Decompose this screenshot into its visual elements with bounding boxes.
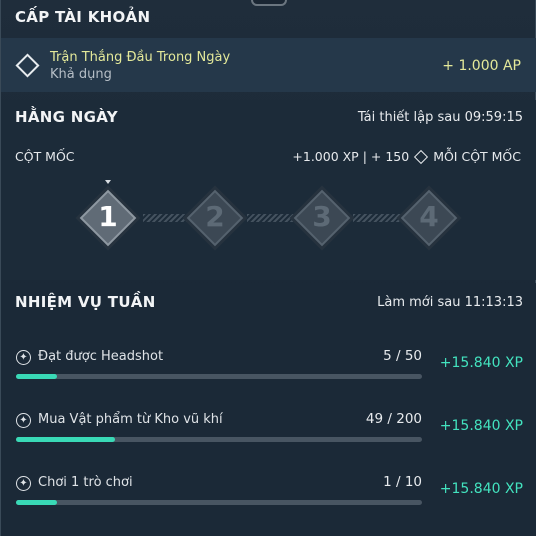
quest-progress-bar [16, 374, 422, 379]
quest-star-icon: ✦ [16, 476, 31, 491]
account-level-header: CẤP TÀI KHOẢN [1, 0, 536, 34]
milestone-reward-xp: +1.000 XP | + 150 [292, 149, 410, 164]
quest-row[interactable]: ✦ Chơi 1 trò chơi 1 / 10 +15.840 XP [1, 466, 536, 526]
quest-panel: CẤP TÀI KHOẢN Trận Thắng Đầu Trong Ngày … [0, 0, 536, 536]
milestone-2[interactable]: 2 [186, 189, 244, 247]
milestone-connector [143, 214, 191, 222]
quest-count: 5 / 50 [383, 348, 422, 364]
quest-row[interactable]: ✦ Đạt được Headshot 5 / 50 +15.840 XP [1, 340, 536, 400]
current-milestone-caret-icon [105, 180, 111, 184]
milestone-number: 2 [205, 200, 225, 233]
quest-count: 49 / 200 [365, 411, 422, 427]
account-level-title: CẤP TÀI KHOẢN [15, 8, 151, 26]
daily-header: HẰNG NGÀY Tái thiết lập sau 09:59:15 [1, 100, 536, 134]
quest-row[interactable]: ✦ Mua Vật phẩm từ Kho vũ khí 49 / 200 +1… [1, 403, 536, 463]
radianite-icon [414, 149, 429, 164]
milestone-3[interactable]: 3 [293, 189, 351, 247]
quest-progress-fill [16, 437, 116, 442]
quest-reward: +15.840 XP [439, 481, 523, 497]
quest-progress-bar [16, 500, 422, 505]
quest-name: Đạt được Headshot [38, 349, 164, 364]
quest-star-icon: ✦ [16, 350, 31, 365]
first-win-reward: + 1.000 AP [442, 58, 521, 74]
quest-star-icon: ✦ [16, 413, 31, 428]
quest-name: Chơi 1 trò chơi [38, 475, 133, 490]
weekly-title: NHIỆM VỤ TUẦN [15, 293, 156, 311]
quest-progress-fill [16, 500, 57, 505]
milestone-connector [247, 214, 297, 222]
quest-count: 1 / 10 [383, 474, 422, 490]
milestone-reward: +1.000 XP | + 150 MỖI CỘT MỐC [292, 149, 521, 164]
quest-progress-bar [16, 437, 422, 442]
milestone-1[interactable]: 1 [79, 189, 137, 247]
first-win-title: Trận Thắng Đầu Trong Ngày [50, 50, 231, 65]
first-win-status: Khả dụng [50, 67, 112, 82]
quest-reward: +15.840 XP [439, 418, 523, 434]
quest-name: Mua Vật phẩm từ Kho vũ khí [38, 412, 223, 427]
weekly-header: NHIỆM VỤ TUẦN Làm mới sau 11:13:13 [1, 285, 536, 319]
milestone-reward-suffix: MỖI CỘT MỐC [433, 149, 521, 164]
quest-progress-fill [16, 374, 57, 379]
milestone-number: 4 [419, 200, 439, 233]
milestone-label: CỘT MỐC [15, 149, 75, 164]
milestone-number: 3 [312, 200, 332, 233]
milestone-connector [353, 214, 403, 222]
quest-reward: +15.840 XP [439, 355, 523, 371]
milestone-number: 1 [98, 200, 118, 233]
milestone-4[interactable]: 4 [400, 189, 458, 247]
daily-reset-timer: Tái thiết lập sau 09:59:15 [357, 109, 523, 125]
daily-title: HẰNG NGÀY [15, 108, 118, 126]
weekly-refresh-timer: Làm mới sau 11:13:13 [377, 294, 523, 310]
